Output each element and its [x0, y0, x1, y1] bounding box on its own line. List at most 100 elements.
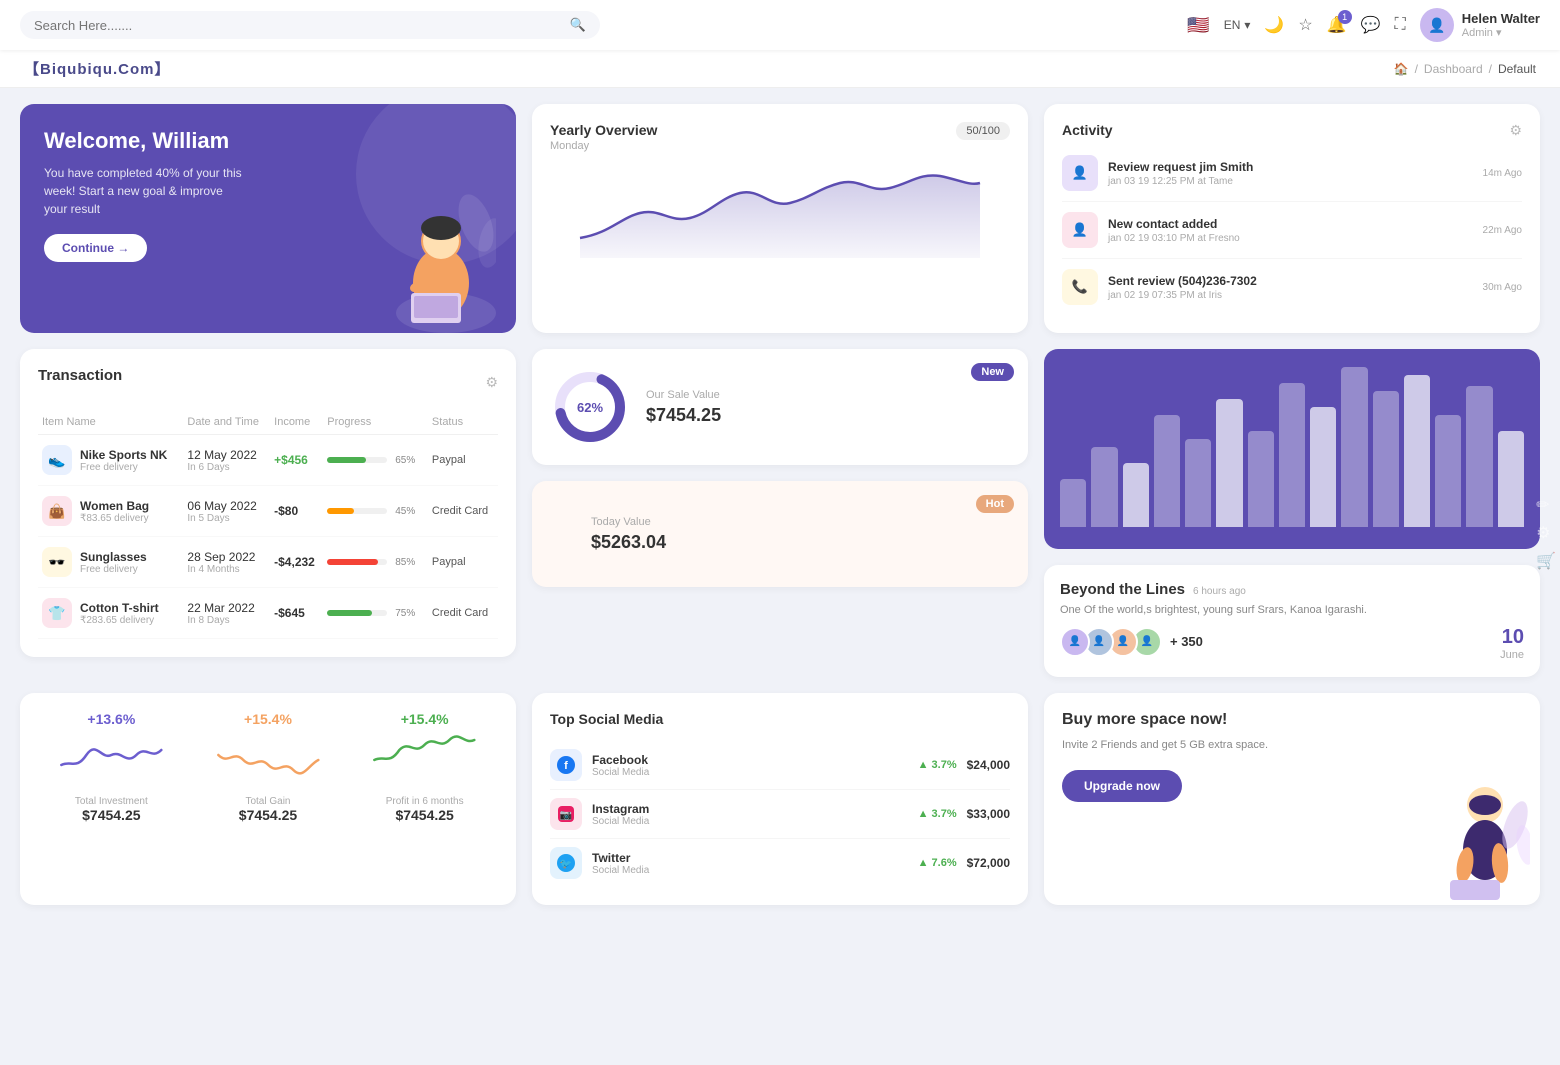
- language-selector[interactable]: EN ▾: [1224, 18, 1251, 32]
- social-icon-1: 📷: [550, 798, 582, 830]
- activity-item-2: 📞 Sent review (504)236-7302 jan 02 19 07…: [1062, 259, 1522, 315]
- chart-edit-icon[interactable]: ✏: [1536, 495, 1556, 515]
- buy-space-card: Buy more space now! Invite 2 Friends and…: [1044, 693, 1540, 905]
- social-val-2: $72,000: [967, 856, 1010, 870]
- donut-chart: 62%: [550, 367, 630, 447]
- right-column: ✏ ⚙ 🛒 Beyond the Lines 6 hours ago One O…: [1044, 349, 1540, 677]
- chart-cart-icon[interactable]: 🛒: [1536, 551, 1556, 571]
- social-name-2: Twitter: [592, 851, 908, 865]
- transaction-table: Item Name Date and Time Income Progress …: [38, 410, 498, 639]
- social-icon-0: f: [550, 749, 582, 781]
- fullscreen-icon[interactable]: ⛶: [1395, 16, 1406, 34]
- cell-income: +$456: [270, 435, 323, 486]
- social-list: f Facebook Social Media ▲ 3.7% $24,000 📷…: [550, 741, 1010, 887]
- item-icon: 👜: [42, 496, 72, 526]
- social-icon-2: 🐦: [550, 847, 582, 879]
- sale-cards-column: New 62% Our Sale Value $7454.25 Hot: [532, 349, 1028, 657]
- col-income: Income: [270, 410, 323, 435]
- sparkline-2: [351, 735, 498, 785]
- item-icon: 👟: [42, 445, 72, 475]
- bar-chart-card: ✏ ⚙ 🛒: [1044, 349, 1540, 549]
- progress-label: 65%: [395, 455, 415, 466]
- item-desc: Free delivery: [80, 462, 167, 473]
- beyond-desc: One Of the world,s brightest, young surf…: [1060, 604, 1524, 616]
- social-val-1: $33,000: [967, 807, 1010, 821]
- activity-settings-icon[interactable]: ⚙: [1509, 122, 1522, 139]
- invest-pct-0: +13.6%: [38, 711, 185, 727]
- invest-value-2: $7454.25: [351, 807, 498, 823]
- transaction-title: Transaction: [38, 367, 122, 384]
- dark-mode-toggle[interactable]: 🌙: [1264, 15, 1284, 35]
- cell-income: -$80: [270, 486, 323, 537]
- continue-button[interactable]: Continue →: [44, 234, 147, 262]
- today-info: Today Value $5263.04: [591, 516, 666, 553]
- progress-label: 75%: [395, 608, 415, 619]
- buy-desc: Invite 2 Friends and get 5 GB extra spac…: [1062, 737, 1522, 754]
- transaction-settings-icon[interactable]: ⚙: [485, 374, 498, 391]
- item-name: Cotton T-shirt: [80, 601, 159, 615]
- flag-icon: 🇺🇸: [1187, 15, 1209, 36]
- home-icon[interactable]: 🏠: [1394, 62, 1409, 76]
- bar-item-14: [1498, 431, 1524, 527]
- cell-progress: 65%: [323, 435, 428, 486]
- sale-label: Our Sale Value: [646, 389, 721, 401]
- beyond-date-block: 10 June: [1500, 626, 1524, 661]
- notification-bell[interactable]: 🔔 1: [1327, 15, 1347, 35]
- bar-item-9: [1341, 367, 1367, 527]
- cell-date: 28 Sep 2022 In 4 Months: [183, 537, 270, 588]
- col-date: Date and Time: [183, 410, 270, 435]
- activity-time-2: 30m Ago: [1483, 282, 1522, 293]
- bar-item-4: [1185, 439, 1211, 527]
- nav-icons: 🇺🇸 EN ▾ 🌙 ☆ 🔔 1 💬 ⛶ 👤 Helen Walter Admin…: [1187, 8, 1540, 42]
- welcome-illustration: [316, 104, 516, 333]
- invest-label-0: Total Investment: [38, 796, 185, 807]
- progress-bar-wrap: [327, 559, 387, 565]
- social-pct-1: ▲ 3.7%: [918, 808, 957, 820]
- col-progress: Progress: [323, 410, 428, 435]
- activity-title: Activity: [1062, 122, 1113, 138]
- bottom-row: +13.6% Total Investment $7454.25 +15.4% …: [0, 693, 1560, 921]
- side-icons: ✏ ⚙ 🛒: [1532, 491, 1560, 575]
- avatars-row: 👤 👤 👤 👤 + 350: [1060, 627, 1203, 657]
- table-row: 👜 Women Bag ₹83.65 delivery 06 May 2022 …: [38, 486, 498, 537]
- social-item-2: 🐦 Twitter Social Media ▲ 7.6% $72,000: [550, 839, 1010, 887]
- progress-bar-fill: [327, 559, 378, 565]
- activity-item-1: 👤 New contact added jan 02 19 03:10 PM a…: [1062, 202, 1522, 259]
- invest-value-1: $7454.25: [195, 807, 342, 823]
- investment-grid: +13.6% Total Investment $7454.25 +15.4% …: [38, 711, 498, 823]
- user-role: Admin ▾: [1462, 26, 1540, 39]
- cell-date: 06 May 2022 In 5 Days: [183, 486, 270, 537]
- breadcrumb-dashboard[interactable]: Dashboard: [1424, 62, 1483, 76]
- transaction-card: Transaction ⚙ Item Name Date and Time In…: [20, 349, 516, 657]
- upgrade-button[interactable]: Upgrade now: [1062, 770, 1182, 802]
- invest-item-2: +15.4% Profit in 6 months $7454.25: [351, 711, 498, 823]
- activity-info-2: Sent review (504)236-7302 jan 02 19 07:3…: [1108, 274, 1473, 301]
- star-icon[interactable]: ☆: [1298, 15, 1312, 35]
- social-type-1: Social Media: [592, 816, 908, 827]
- activity-sub-2: jan 02 19 07:35 PM at Iris: [1108, 290, 1473, 301]
- chart-settings-icon[interactable]: ⚙: [1536, 523, 1556, 543]
- activity-sub-1: jan 02 19 03:10 PM at Fresno: [1108, 233, 1473, 244]
- bar-item-11: [1404, 375, 1430, 527]
- activity-title-1: New contact added: [1108, 217, 1473, 231]
- social-info-2: Twitter Social Media: [592, 851, 908, 876]
- cell-progress: 45%: [323, 486, 428, 537]
- item-icon: 🕶️: [42, 547, 72, 577]
- user-menu[interactable]: 👤 Helen Walter Admin ▾: [1420, 8, 1540, 42]
- invest-item-0: +13.6% Total Investment $7454.25: [38, 711, 185, 823]
- breadcrumb-bar: 【Biqubiqu.Com】 🏠 / Dashboard / Default: [0, 50, 1560, 88]
- progress-label: 85%: [395, 557, 415, 568]
- activity-title-2: Sent review (504)236-7302: [1108, 274, 1473, 288]
- main-content: Welcome, William You have completed 40% …: [0, 88, 1560, 693]
- social-media-card: Top Social Media f Facebook Social Media…: [532, 693, 1028, 905]
- message-icon[interactable]: 💬: [1361, 15, 1381, 35]
- sparkline-0: [38, 735, 185, 785]
- progress-bar-wrap: [327, 457, 387, 463]
- beyond-footer: 👤 👤 👤 👤 + 350 10 June: [1060, 626, 1524, 661]
- bar-item-8: [1310, 407, 1336, 527]
- sale-value: $7454.25: [646, 405, 721, 426]
- sale-value-card: New 62% Our Sale Value $7454.25: [532, 349, 1028, 465]
- item-name: Sunglasses: [80, 550, 147, 564]
- bar-item-3: [1154, 415, 1180, 527]
- search-input[interactable]: [34, 18, 562, 33]
